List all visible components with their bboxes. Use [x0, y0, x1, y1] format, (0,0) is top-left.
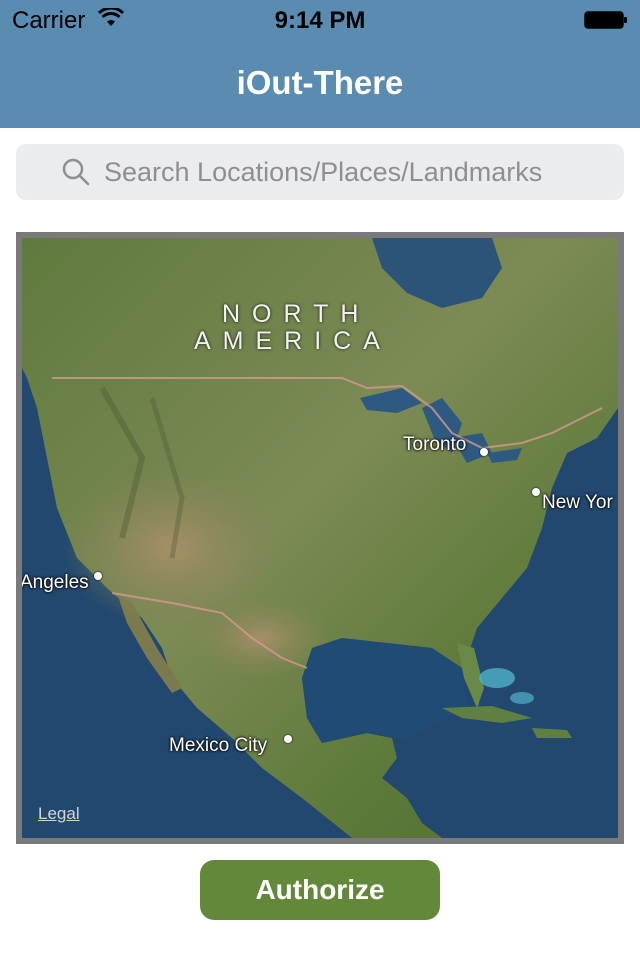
region-label-america: AMERICA	[194, 327, 392, 355]
city-marker-mexico-city[interactable]	[284, 735, 292, 743]
map-frame: NORTH AMERICA Toronto New Yor Angeles Me…	[16, 232, 624, 844]
map-view[interactable]: NORTH AMERICA Toronto New Yor Angeles Me…	[22, 238, 618, 838]
page-title: iOut-There	[236, 64, 404, 101]
city-marker-new-york[interactable]	[532, 488, 540, 496]
city-label-new-york[interactable]: New Yor	[542, 492, 613, 514]
status-bar: Carrier 9:14 PM	[0, 0, 640, 40]
legal-link[interactable]: Legal	[38, 804, 80, 824]
city-label-los-angeles[interactable]: Angeles	[22, 572, 89, 594]
authorize-button[interactable]: Authorize	[200, 860, 440, 920]
city-label-toronto[interactable]: Toronto	[403, 434, 466, 456]
search-bar[interactable]	[16, 144, 624, 200]
search-icon	[62, 158, 90, 186]
battery-icon	[584, 11, 627, 29]
navigation-bar: Carrier 9:14 PM iOut-There	[0, 0, 640, 128]
search-input[interactable]	[104, 152, 604, 192]
city-marker-los-angeles[interactable]	[94, 572, 102, 580]
city-label-mexico-city[interactable]: Mexico City	[169, 735, 267, 757]
region-label-north: NORTH	[222, 300, 371, 328]
city-marker-toronto[interactable]	[480, 448, 488, 456]
clock: 9:14 PM	[274, 7, 366, 34]
